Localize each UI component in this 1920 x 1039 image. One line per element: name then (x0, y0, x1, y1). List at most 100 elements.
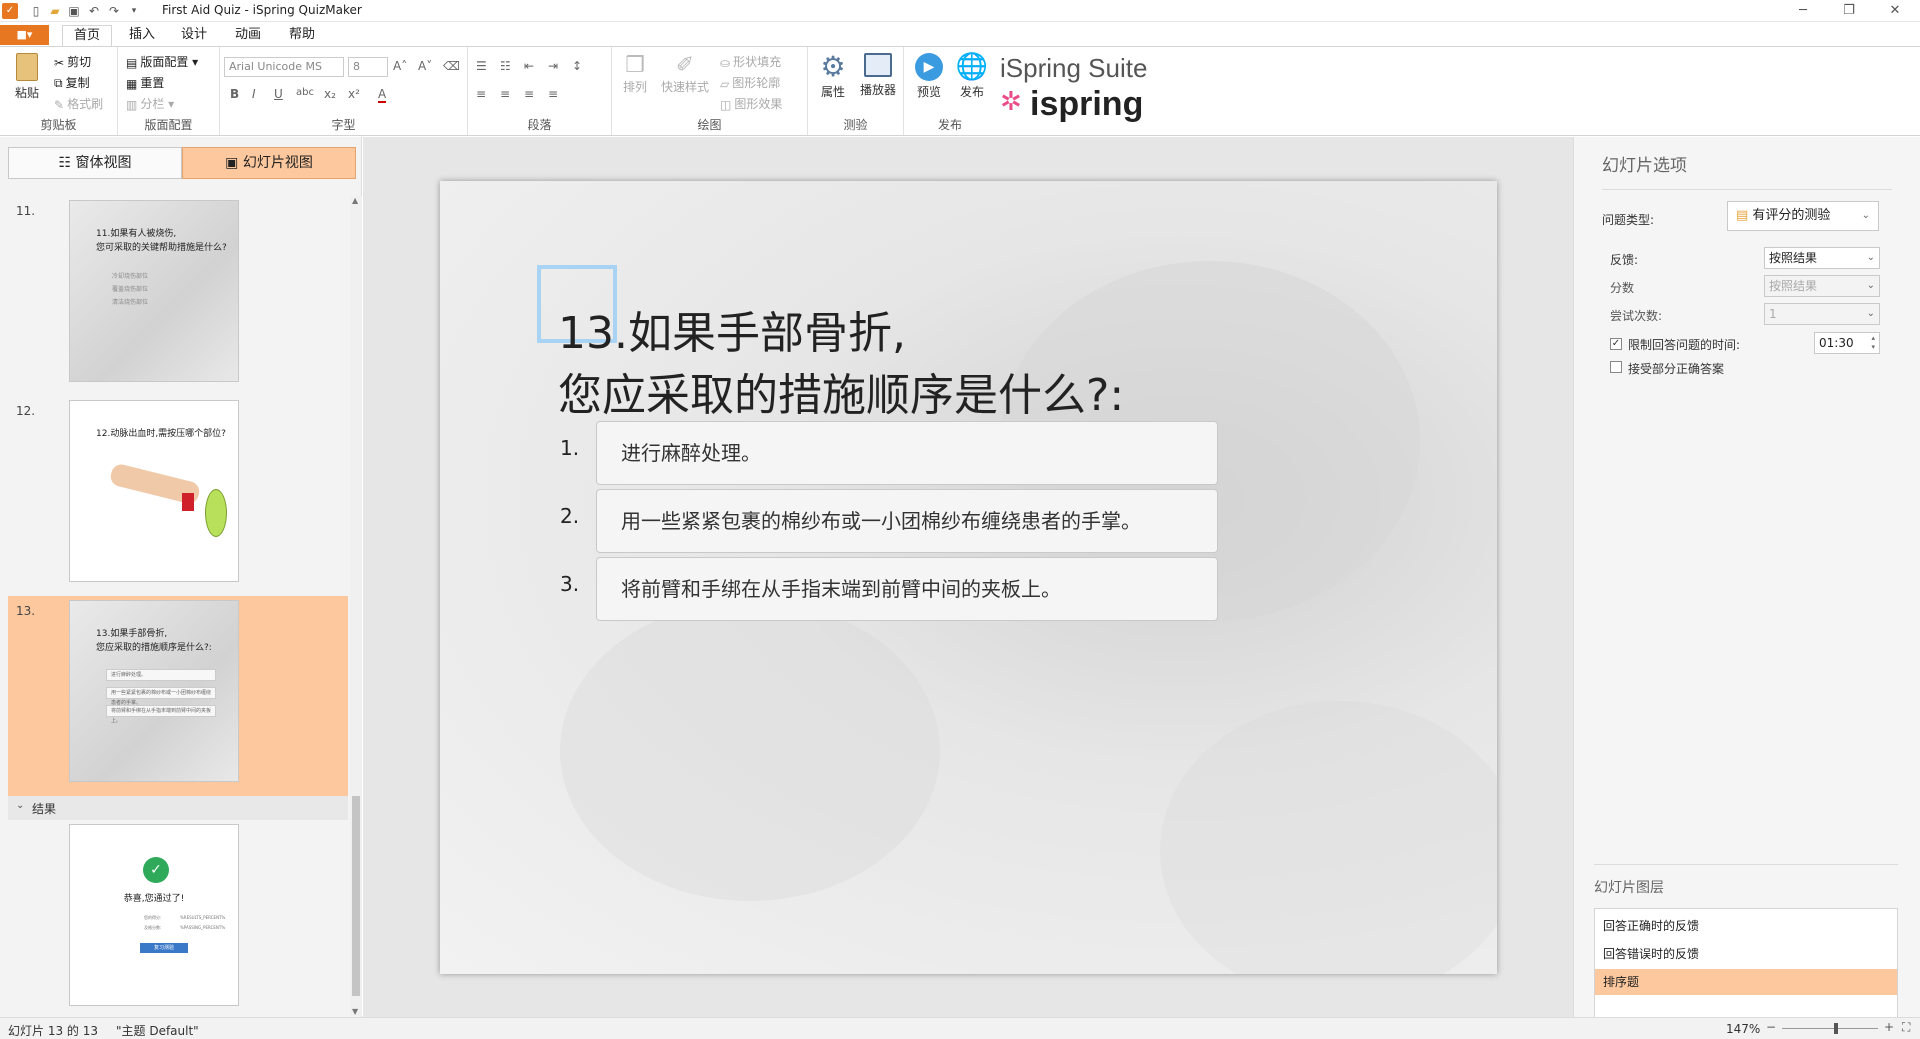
partial-answer-checkbox[interactable] (1610, 361, 1622, 373)
line-spacing-icon[interactable]: ↕ (572, 59, 582, 73)
arrange-button[interactable]: ❒ 排列 (620, 53, 650, 95)
bullets-icon[interactable]: ☰ (476, 59, 487, 73)
layer-item[interactable]: 回答正确时的反馈 (1595, 913, 1897, 939)
new-file-icon[interactable]: ▯ (28, 3, 44, 19)
cut-button[interactable]: ✂ 剪切 (54, 53, 91, 70)
paste-label: 粘贴 (14, 86, 39, 100)
slide-canvas[interactable]: 13.如果手部骨折, 您应采取的措施顺序是什么?: 1. 进行麻醉处理。 2. 用… (440, 181, 1497, 974)
form-view-label: 窗体视图 (75, 155, 132, 171)
increase-indent-icon[interactable]: ⇥ (548, 59, 558, 73)
font-family-select[interactable]: Arial Unicode MS (224, 57, 344, 77)
grow-font-icon[interactable]: A˄ (393, 59, 407, 73)
slide-item-11[interactable]: 11. 11.如果有人被烧伤, 您可采取的关键帮助措施是什么? 冷却烧伤部位 覆盖… (8, 196, 348, 396)
numbering-icon[interactable]: ☷ (500, 59, 511, 73)
close-icon[interactable]: ✕ (1872, 0, 1918, 22)
publish-button[interactable]: 🌐 发布 (952, 51, 992, 100)
slide-item-13[interactable]: 13. 13.如果手部骨折, 您应采取的措施顺序是什么?: 进行麻醉处理。 用一些… (8, 596, 348, 796)
question-type-value: 有评分的测验 (1752, 208, 1831, 223)
feedback-select[interactable]: 按照结果 ⌄ (1764, 247, 1880, 269)
tab-home[interactable]: 首页 (62, 25, 112, 47)
italic-icon[interactable]: I (252, 87, 256, 101)
layout-button[interactable]: ▤ 版面配置 ▾ (126, 53, 198, 70)
decrease-indent-icon[interactable]: ⇤ (524, 59, 534, 73)
font-color-icon[interactable]: A (378, 87, 387, 103)
zoom-out-icon[interactable]: − (1766, 1020, 1776, 1034)
underline-icon[interactable]: U (274, 87, 283, 101)
scroll-up-icon[interactable]: ▲ (352, 196, 358, 205)
section-button[interactable]: ▥ 分栏 ▾ (126, 95, 174, 112)
customize-qa-icon[interactable]: ▾ (126, 3, 142, 19)
answer-box[interactable]: 用一些紧紧包裹的棉纱布或一小团棉纱布缠绕患者的手掌。 (596, 489, 1218, 553)
shape-outline-button[interactable]: ▱ 图形轮廓 (720, 74, 780, 91)
slide-list-scrollbar[interactable]: ▲ ▼ (350, 196, 362, 1016)
zoom-in-icon[interactable]: + (1884, 1020, 1894, 1034)
thumb-answer: 用一些紧紧包裹的棉纱布或一小团棉纱布缠绕患者的手掌。 (106, 687, 216, 706)
clear-format-icon[interactable]: ⌫ (443, 59, 460, 73)
shape-effects-button[interactable]: ◫ 图形效果 (720, 95, 782, 112)
slide-editor: 13.如果手部骨折, 您应采取的措施顺序是什么?: 1. 进行麻醉处理。 2. 用… (363, 137, 1573, 1017)
open-folder-icon[interactable]: ▰ (47, 3, 63, 19)
answer-box[interactable]: 进行麻醉处理。 (596, 421, 1218, 485)
save-icon[interactable]: ▣ (66, 3, 82, 19)
superscript-icon[interactable]: x² (348, 87, 360, 101)
question-title[interactable]: 13.如果手部骨折, 您应采取的措施顺序是什么?: (558, 303, 1124, 427)
attempts-select[interactable]: 1 ⌄ (1764, 303, 1880, 325)
stepper-arrows-icon[interactable]: ▴ ▾ (1871, 334, 1875, 352)
quick-styles-button[interactable]: ✐ 快速样式 (658, 53, 712, 95)
tab-animation[interactable]: 动画 (224, 25, 272, 47)
tab-insert[interactable]: 插入 (118, 25, 166, 47)
bold-icon[interactable]: B (230, 87, 239, 101)
layer-item[interactable]: 回答错误时的反馈 (1595, 941, 1897, 967)
copy-button[interactable]: ⧉ 复制 (54, 74, 90, 91)
review-quiz-button: 复习测验 (140, 943, 188, 953)
zoom-slider[interactable] (1782, 1028, 1878, 1029)
score-select[interactable]: 按照结果 ⌄ (1764, 275, 1880, 297)
results-section-header[interactable]: ⌄ 结果 (8, 796, 348, 820)
reset-button[interactable]: ▦ 重置 (126, 74, 164, 91)
player-button[interactable]: 播放器 (856, 51, 900, 98)
slide-view-button[interactable]: ▣ 幻灯片视图 (182, 147, 356, 179)
redo-icon[interactable]: ↷ (106, 3, 122, 19)
time-limit-label: 限制回答问题的时间: (1628, 338, 1741, 352)
scroll-down-icon[interactable]: ▼ (352, 1007, 358, 1016)
ispring-logo: ✲ ispring (1000, 85, 1143, 125)
answer-box[interactable]: 将前臂和手绑在从手指末端到前臂中间的夹板上。 (596, 557, 1218, 621)
align-left-icon[interactable]: ≡ (476, 87, 486, 101)
undo-icon[interactable]: ↶ (86, 3, 102, 19)
file-menu-button[interactable]: ■▾ (0, 25, 49, 45)
clipboard-group-label: 剪贴板 (40, 118, 77, 132)
question-type-select[interactable]: ▤ 有评分的测验 ⌄ (1727, 201, 1879, 231)
zoom-slider-thumb[interactable] (1834, 1023, 1838, 1034)
fit-to-window-icon[interactable]: ⛶ (1902, 1020, 1910, 1035)
preview-button[interactable]: ▶ 预览 (910, 51, 948, 100)
font-size-select[interactable]: 8 (348, 57, 388, 77)
time-limit-checkbox[interactable]: ✓ (1610, 338, 1622, 350)
paste-button[interactable]: 粘贴 (8, 53, 46, 101)
restore-icon[interactable]: ❐ (1826, 0, 1872, 22)
strikethrough-icon[interactable]: abc (296, 87, 314, 98)
properties-button[interactable]: ⚙ 属性 (814, 51, 852, 100)
scrollbar-thumb[interactable] (352, 796, 360, 996)
form-view-button[interactable]: ☷ 窗体视图 (8, 147, 182, 179)
feedback-label: 反馈: (1610, 253, 1639, 267)
tab-design[interactable]: 设计 (170, 25, 218, 47)
time-limit-stepper[interactable]: 01:30 ▴ ▾ (1814, 332, 1880, 354)
tab-help[interactable]: 帮助 (278, 25, 326, 47)
thumb-title: 11.如果有人被烧伤, 您可采取的关键帮助措施是什么? (96, 229, 227, 253)
layer-item[interactable]: 排序题 (1595, 969, 1897, 995)
shape-fill-button[interactable]: ⛀ 形状填充 (720, 53, 781, 70)
align-center-icon[interactable]: ≡ (500, 87, 510, 101)
shrink-font-icon[interactable]: A˅ (418, 59, 432, 73)
slide-item-12[interactable]: 12. 12.动脉出血时,需按压哪个部位? (8, 396, 348, 596)
slide-list: 11. 11.如果有人被烧伤, 您可采取的关键帮助措施是什么? 冷却烧伤部位 覆盖… (8, 196, 348, 1016)
align-right-icon[interactable]: ≡ (524, 87, 534, 101)
subscript-icon[interactable]: x₂ (324, 87, 336, 101)
slide-item-result[interactable]: ✓ 恭喜,您通过了! 您的得分: %RESULTS_PERCENT% 及格分数:… (8, 820, 348, 1016)
minimize-icon[interactable]: ─ (1780, 0, 1826, 22)
format-painter-button[interactable]: ✎ 格式刷 (54, 95, 103, 112)
slide-number: 12. (16, 404, 36, 418)
justify-icon[interactable]: ≡ (548, 87, 558, 101)
arrange-icon: ❒ (625, 53, 645, 78)
outline-icon: ▱ (720, 76, 730, 91)
chevron-down-icon: ⌄ (1866, 308, 1875, 319)
